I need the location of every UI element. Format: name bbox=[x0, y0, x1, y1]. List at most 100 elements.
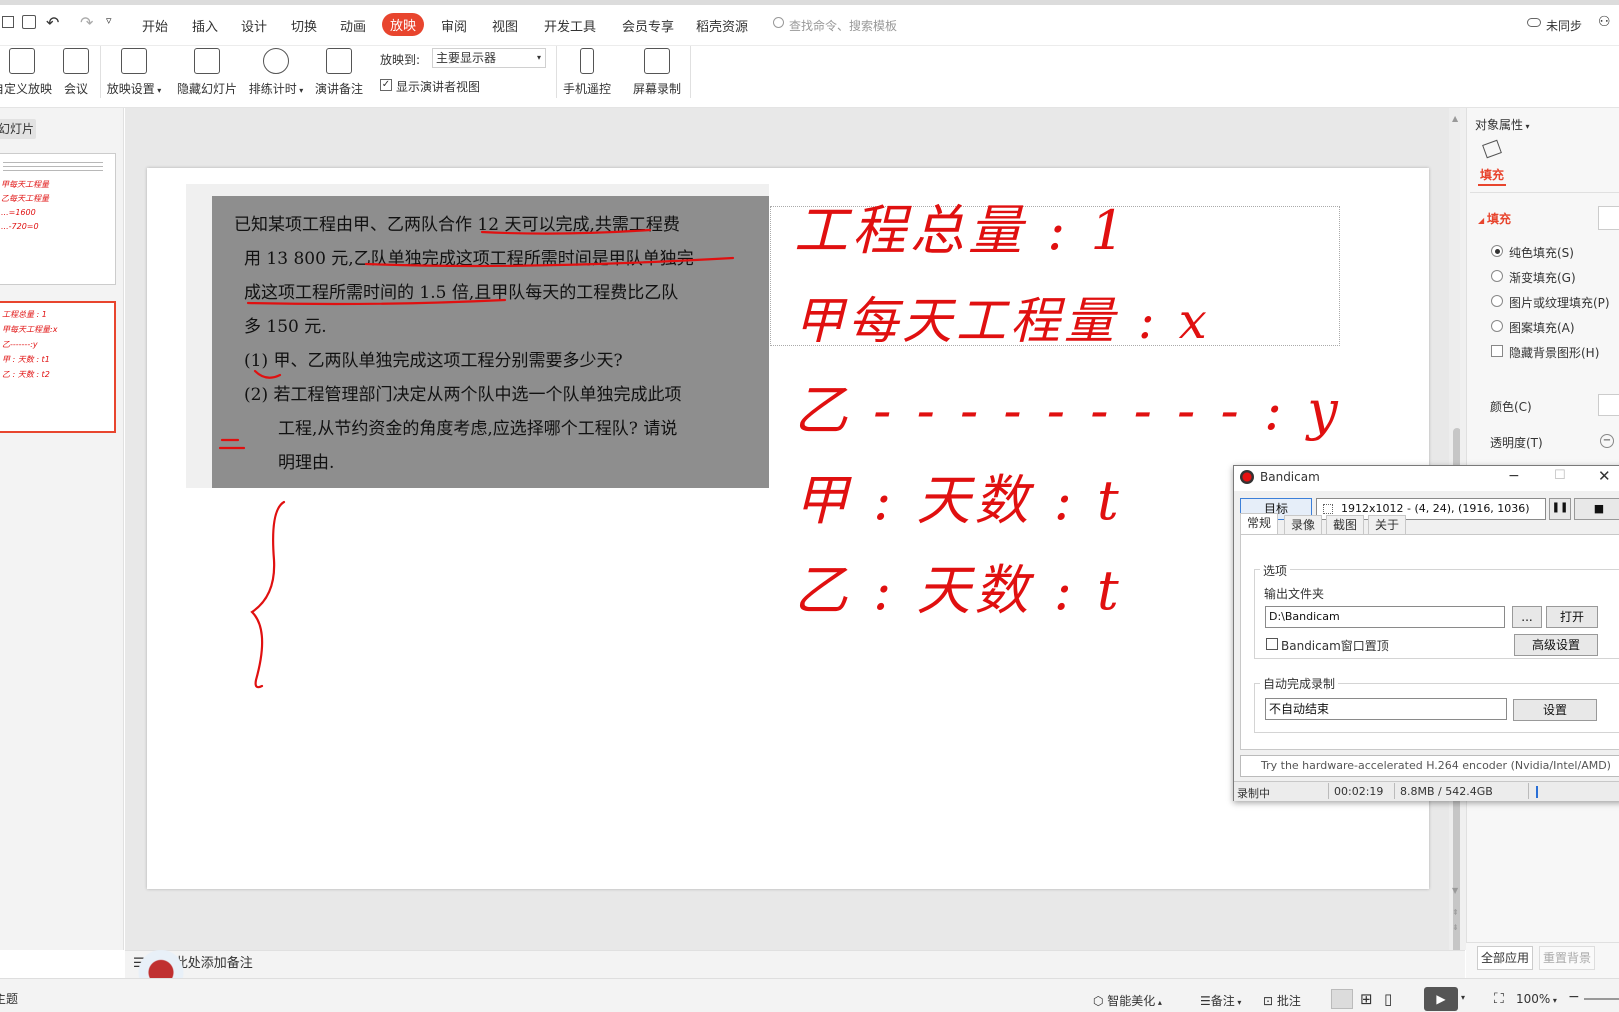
slide-thumbnail-1[interactable]: 甲每天工程量 乙每天工程量 ...=1600 ...-720=0 bbox=[0, 153, 116, 285]
preview-icon[interactable] bbox=[22, 15, 36, 29]
hide-slide-button[interactable]: 隐藏幻灯片 bbox=[174, 48, 240, 97]
color-picker[interactable] bbox=[1598, 394, 1619, 416]
stop-button[interactable]: ■ bbox=[1574, 498, 1619, 520]
search-input[interactable]: 查找命令、搜索模板 bbox=[789, 17, 897, 34]
print-icon[interactable] bbox=[2, 16, 14, 28]
timer-icon bbox=[263, 48, 289, 74]
tab-about[interactable]: 关于 bbox=[1368, 515, 1407, 535]
beautify-icon: ⬡ bbox=[1093, 994, 1108, 1008]
browse-button[interactable]: ... bbox=[1512, 606, 1542, 628]
tab-design[interactable]: 设计 bbox=[241, 16, 267, 35]
auto-complete-field[interactable]: 不自动结束 bbox=[1265, 698, 1507, 720]
thumb-handwriting: 甲每天工程量 乙每天工程量 ...=1600 ...-720=0 bbox=[1, 180, 49, 231]
encoder-hint[interactable]: Try the hardware-accelerated H.264 encod… bbox=[1240, 755, 1619, 777]
transparency-decrease-icon[interactable]: − bbox=[1600, 434, 1614, 448]
open-folder-button[interactable]: 打开 bbox=[1546, 606, 1598, 628]
presenter-view-label: 显示演讲者视图 bbox=[396, 80, 481, 94]
status-bar bbox=[0, 978, 1619, 1012]
tab-slideshow[interactable]: 放映 bbox=[382, 13, 425, 36]
close-icon[interactable]: ✕ bbox=[1598, 467, 1611, 485]
sync-status[interactable]: 未同步 bbox=[1546, 17, 1582, 34]
slide-thumbnail-2[interactable]: 工程总量 : 1 甲每天工程量:x 乙-------:y 甲 : 天数 : t1 乙 :… bbox=[0, 301, 116, 433]
play-button[interactable]: ▶ bbox=[1424, 987, 1458, 1011]
show-settings-button[interactable]: 放映设置 ▾ bbox=[104, 48, 164, 97]
thumb-text bbox=[3, 162, 103, 174]
presenter-view-checkbox[interactable]: ✓ bbox=[380, 79, 392, 91]
share-icon[interactable]: ⚇ bbox=[1598, 14, 1611, 30]
hide-slide-icon bbox=[194, 48, 220, 74]
fill-preview-box[interactable] bbox=[1598, 206, 1619, 230]
apply-all-button[interactable]: 全部应用 bbox=[1477, 946, 1533, 970]
ribbon-divider bbox=[100, 46, 101, 98]
ribbon bbox=[0, 46, 1619, 108]
tab-transition[interactable]: 切换 bbox=[291, 16, 317, 35]
tab-review[interactable]: 审阅 bbox=[441, 16, 467, 35]
solid-fill-radio[interactable] bbox=[1491, 245, 1503, 257]
zoom-out-icon[interactable]: − bbox=[1568, 989, 1580, 1005]
transparency-label: 透明度(T) bbox=[1490, 436, 1543, 450]
tab-fill[interactable]: 填充 bbox=[1480, 166, 1504, 183]
tab-member[interactable]: 会员专享 bbox=[622, 16, 674, 35]
tab-home[interactable]: 开始 bbox=[142, 16, 168, 35]
zoom-level[interactable]: 100% ▾ bbox=[1516, 992, 1557, 1006]
record-icon bbox=[644, 48, 670, 74]
fit-screen-icon[interactable]: ⛶ bbox=[1494, 991, 1504, 1007]
tab-video[interactable]: 录像 bbox=[1284, 515, 1323, 535]
phone-remote-button[interactable]: 手机遥控 bbox=[560, 48, 614, 97]
zoom-slider[interactable] bbox=[1584, 998, 1619, 1000]
level-meter bbox=[1536, 786, 1538, 798]
comments-button[interactable]: ⊡ 批注 bbox=[1263, 992, 1301, 1009]
tab-insert[interactable]: 插入 bbox=[192, 16, 218, 35]
play-dropdown-icon[interactable]: ▾ bbox=[1461, 993, 1465, 1002]
notes-toggle-button[interactable]: ☰备注 ▾ bbox=[1200, 992, 1241, 1009]
reading-view-icon[interactable]: ▯ bbox=[1384, 990, 1392, 1008]
rehearse-button[interactable]: 排练计时 ▾ bbox=[246, 48, 306, 97]
custom-show-button[interactable]: 自定义放映 bbox=[0, 48, 52, 97]
output-folder-label: 输出文件夹 bbox=[1264, 587, 1325, 601]
solid-fill-label: 纯色填充(S) bbox=[1509, 246, 1574, 260]
more-icon[interactable]: ▿ bbox=[106, 14, 112, 27]
undo-icon[interactable]: ↶ bbox=[46, 13, 59, 32]
meeting-button[interactable]: 会议 bbox=[58, 48, 94, 97]
hide-bg-label: 隐藏背景图形(H) bbox=[1509, 346, 1600, 360]
reset-bg-button[interactable]: 重置背景 bbox=[1539, 946, 1595, 970]
output-folder-field[interactable]: D:\Bandicam bbox=[1265, 606, 1505, 628]
pause-button[interactable]: ❚❚ bbox=[1549, 498, 1571, 520]
theme-label[interactable]: 主题 bbox=[0, 990, 18, 1007]
minimize-icon[interactable]: − bbox=[1508, 468, 1520, 484]
show-to-label: 放映到: bbox=[380, 53, 421, 67]
file-size: 8.8MB / 542.4GB bbox=[1400, 785, 1493, 798]
hide-bg-checkbox[interactable] bbox=[1491, 345, 1503, 357]
advanced-settings-button[interactable]: 高级设置 bbox=[1514, 634, 1598, 656]
tab-animation[interactable]: 动画 bbox=[340, 16, 366, 35]
maximize-icon[interactable]: ☐ bbox=[1554, 468, 1566, 483]
fill-section-header[interactable]: ◢ 填充 bbox=[1478, 210, 1511, 227]
chevron-down-icon: ▾ bbox=[536, 53, 541, 62]
beautify-button[interactable]: ⬡ 智能美化 ▴ bbox=[1093, 992, 1162, 1009]
notes-bar[interactable]: ☰ 单击此处添加备注 bbox=[125, 950, 1465, 978]
tab-view[interactable]: 视图 bbox=[492, 16, 518, 35]
grid-view-icon[interactable]: ⊞ bbox=[1360, 990, 1373, 1008]
topmost-checkbox[interactable] bbox=[1266, 638, 1278, 650]
pane-separator bbox=[1470, 192, 1619, 193]
gradient-fill-radio[interactable] bbox=[1491, 270, 1503, 282]
slides-tab[interactable]: 幻灯片 bbox=[0, 119, 36, 139]
tab-underline bbox=[1478, 184, 1506, 186]
screen-record-button[interactable]: 屏幕录制 bbox=[630, 48, 684, 97]
status-divider bbox=[1394, 783, 1395, 799]
tab-general[interactable]: 常规 bbox=[1240, 513, 1279, 535]
status-divider bbox=[1528, 783, 1529, 799]
object-properties-title[interactable]: 对象属性 ▾ bbox=[1475, 116, 1530, 133]
auto-complete-settings-button[interactable]: 设置 bbox=[1513, 699, 1597, 721]
normal-view-icon[interactable] bbox=[1331, 989, 1353, 1009]
bandicam-record-icon bbox=[1240, 470, 1254, 484]
show-to-select[interactable]: 主要显示器 ▾ bbox=[432, 48, 546, 68]
tab-image[interactable]: 截图 bbox=[1326, 515, 1365, 535]
tab-docer[interactable]: 稻壳资源 bbox=[696, 16, 748, 35]
picture-fill-radio[interactable] bbox=[1491, 295, 1503, 307]
redo-icon[interactable]: ↷ bbox=[80, 13, 93, 32]
problem-image[interactable]: 已知某项工程由甲、乙两队合作 12 天可以完成,共需工程费 用 13 800 元… bbox=[186, 184, 769, 488]
tab-developer[interactable]: 开发工具 bbox=[544, 16, 596, 35]
speaker-notes-button[interactable]: 演讲备注 bbox=[312, 48, 366, 97]
pattern-fill-radio[interactable] bbox=[1491, 320, 1503, 332]
